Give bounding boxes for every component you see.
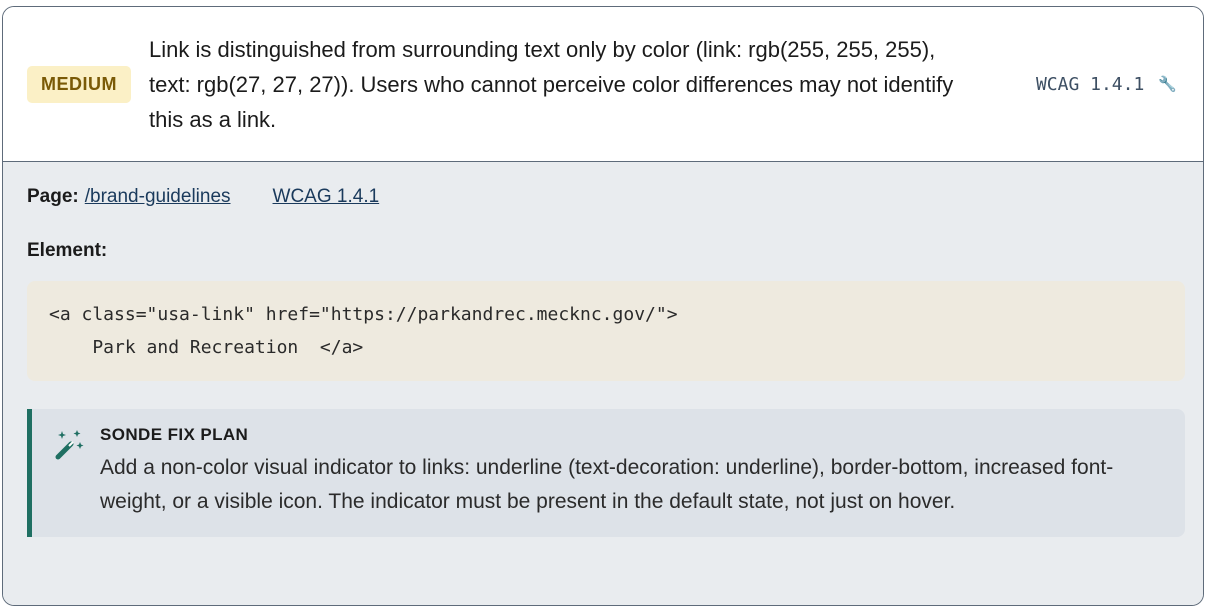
- wcag-reference: WCAG 1.4.1 🔧: [1036, 74, 1177, 95]
- fix-plan-panel: SONDE FIX PLAN Add a non-color visual in…: [27, 409, 1185, 537]
- wrench-icon[interactable]: 🔧: [1158, 75, 1177, 93]
- fix-plan-body: SONDE FIX PLAN Add a non-color visual in…: [100, 425, 1161, 519]
- fix-plan-title: SONDE FIX PLAN: [100, 425, 249, 444]
- issue-card: MEDIUM Link is distinguished from surrou…: [2, 6, 1204, 606]
- issue-description: Link is distinguished from surrounding t…: [149, 36, 954, 132]
- wcag-link[interactable]: WCAG 1.4.1: [273, 186, 380, 208]
- severity-badge: MEDIUM: [27, 65, 131, 103]
- page-path-link[interactable]: /brand-guidelines: [85, 186, 231, 208]
- page-label: Page:: [27, 186, 79, 207]
- issue-summary[interactable]: MEDIUM Link is distinguished from surrou…: [3, 7, 1203, 162]
- wcag-criterion: WCAG 1.4.1: [1035, 73, 1145, 95]
- fix-plan-text: Add a non-color visual indicator to link…: [100, 456, 1114, 513]
- issue-details: Page: /brand-guidelines WCAG 1.4.1 Eleme…: [3, 162, 1203, 605]
- element-code-block: <a class="usa-link" href="https://parkan…: [27, 281, 1185, 381]
- magic-wand-icon: [55, 430, 84, 460]
- page-meta: Page: /brand-guidelines WCAG 1.4.1: [27, 186, 1183, 208]
- element-label: Element:: [27, 240, 108, 261]
